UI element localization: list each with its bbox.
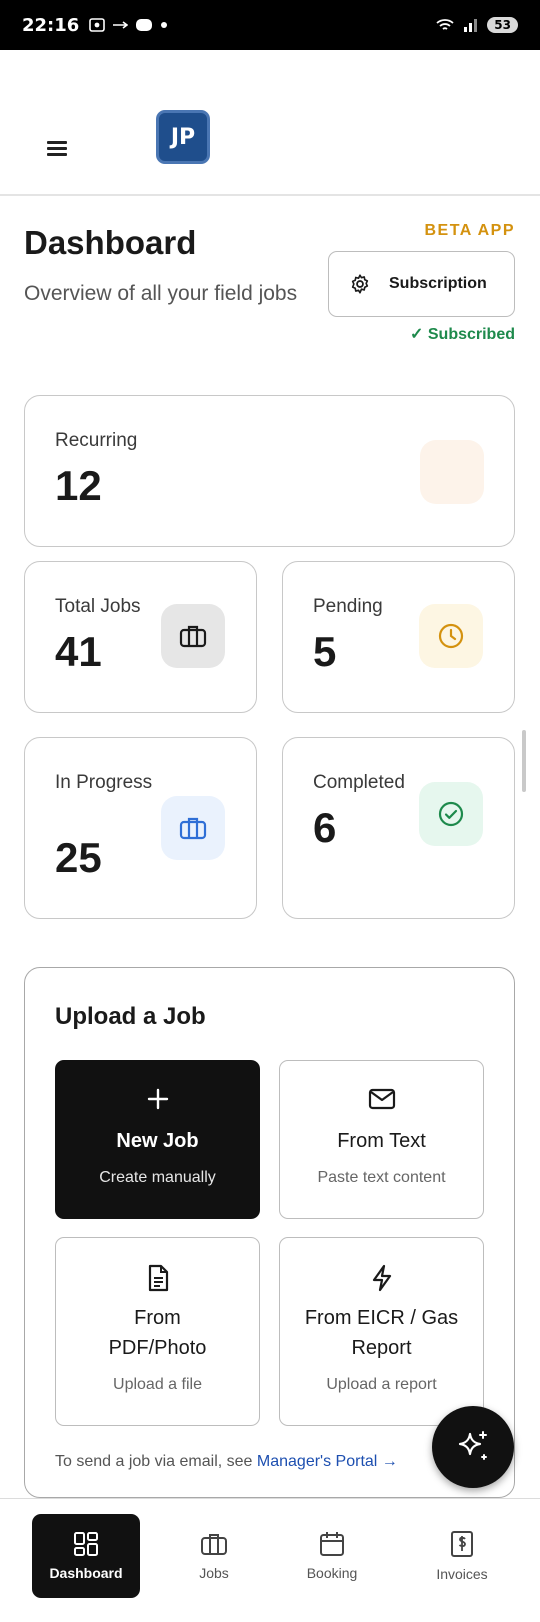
scrollbar[interactable] (522, 730, 526, 792)
stat-card-total-jobs[interactable]: Total Jobs 41 (24, 561, 257, 713)
usb-icon (113, 21, 129, 29)
calendar-icon (320, 1532, 344, 1556)
tile-title: From Text (337, 1130, 426, 1152)
subscription-button-label: Subscription (389, 275, 487, 292)
stat-label: Completed (313, 772, 405, 793)
stat-card-completed[interactable]: Completed 6 (282, 737, 515, 919)
battery-indicator: 53 (487, 17, 518, 33)
gear-icon (351, 274, 369, 294)
stat-value: 25 (55, 834, 102, 881)
nav-dashboard[interactable]: Dashboard (32, 1514, 140, 1598)
managers-portal-link[interactable]: Manager's Portal → (257, 1453, 398, 1470)
stat-label: Pending (313, 596, 383, 617)
from-text-button[interactable]: From Text Paste text content (279, 1060, 484, 1219)
bottom-nav: Dashboard Jobs Booking Invoices (0, 1498, 540, 1622)
ai-assistant-button[interactable] (432, 1406, 514, 1488)
tile-title: From PDF/Photo (108, 1307, 207, 1359)
dollar-doc-icon (451, 1531, 473, 1557)
stat-value: 5 (313, 628, 337, 675)
from-pdf-photo-button[interactable]: From PDF/Photo Upload a file (55, 1237, 260, 1426)
briefcase-icon (161, 796, 225, 860)
subscription-status: ✓ Subscribed (410, 326, 515, 343)
document-icon (56, 1264, 259, 1292)
stat-card-in-progress[interactable]: In Progress 25 (24, 737, 257, 919)
lightning-icon (280, 1264, 483, 1292)
status-right: 53 (435, 17, 518, 33)
tile-title: From EICR / Gas Report (304, 1307, 459, 1359)
stat-label: Total Jobs (55, 596, 141, 617)
stat-value: 6 (313, 804, 337, 851)
stat-card-recurring[interactable]: Recurring 12 (24, 395, 515, 547)
upload-job-section: Upload a Job New Job Create manually Fro… (24, 967, 515, 1498)
clock-icon (419, 604, 483, 668)
stat-label: In Progress (55, 772, 153, 793)
email-note-text: To send a job via email, see (55, 1453, 253, 1470)
dot-icon (161, 22, 168, 28)
tile-subtitle: Upload a file (113, 1376, 202, 1393)
page: 22:16 53 JP Dashboard Overview of all yo… (0, 0, 540, 1622)
stat-label: Recurring (55, 430, 138, 451)
stat-card-pending[interactable]: Pending 5 (282, 561, 515, 713)
status-time: 22:16 (22, 14, 80, 36)
message-icon (136, 19, 153, 31)
nav-label: Jobs (199, 1565, 229, 1581)
nav-label: Invoices (436, 1566, 488, 1582)
from-eicr-gas-report-button[interactable]: From EICR / Gas Report Upload a report (279, 1237, 484, 1426)
upload-title: Upload a Job (55, 1003, 206, 1030)
notification-icons (89, 18, 168, 32)
stat-value: 41 (55, 628, 102, 675)
mail-icon (280, 1087, 483, 1111)
tile-subtitle: Upload a report (326, 1376, 437, 1393)
check-circle-icon (419, 782, 483, 846)
new-job-button[interactable]: New Job Create manually (55, 1060, 260, 1219)
nav-label: Dashboard (49, 1565, 123, 1581)
briefcase-icon (201, 1534, 227, 1555)
grid-icon (74, 1532, 98, 1556)
recurring-icon (420, 440, 484, 504)
sparkle-icon (458, 1431, 487, 1460)
status-bar: 22:16 53 (0, 0, 540, 50)
subscription-button[interactable]: Subscription (328, 251, 515, 317)
menu-icon[interactable] (47, 141, 67, 157)
app-logo[interactable]: JP (156, 110, 210, 164)
nav-label: Booking (306, 1565, 358, 1581)
logo-text: JP (170, 124, 196, 150)
tile-subtitle: Create manually (99, 1169, 216, 1186)
nav-booking[interactable]: Booking (278, 1514, 386, 1598)
nav-invoices[interactable]: Invoices (408, 1514, 516, 1598)
beta-badge: BETA APP (424, 222, 515, 239)
stat-value: 12 (55, 462, 102, 509)
app-header: JP (0, 50, 540, 196)
nav-jobs[interactable]: Jobs (160, 1514, 268, 1598)
email-note: To send a job via email, see Manager's P… (55, 1453, 398, 1471)
page-title: Dashboard (24, 224, 197, 261)
screenshot-icon (89, 18, 106, 32)
signal-icon (464, 19, 478, 32)
plus-icon (56, 1087, 259, 1111)
tile-subtitle: Paste text content (317, 1169, 446, 1186)
briefcase-icon (161, 604, 225, 668)
wifi-icon (436, 19, 454, 30)
tile-title: New Job (116, 1130, 199, 1152)
page-subtitle: Overview of all your field jobs (24, 282, 298, 305)
